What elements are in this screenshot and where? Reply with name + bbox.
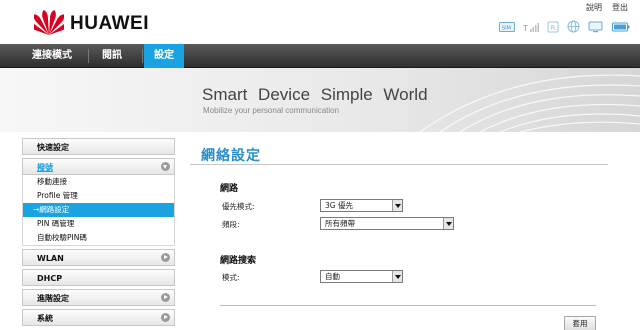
sidebar-item-label: WLAN — [37, 254, 64, 263]
brand-name: HUAWEI — [70, 13, 149, 34]
title-divider — [190, 164, 608, 165]
sidebar-item-label: 網路設定 — [39, 205, 70, 214]
band-select[interactable]: 所有頻帶 — [320, 217, 454, 230]
sidebar-subitem-pin-management[interactable]: PIN 碼管理 — [23, 217, 174, 231]
sidebar-subitem-mobile-connection[interactable]: 移動連接 — [23, 175, 174, 189]
sidebar-submenu-dialup: 移動連接 Profile 管理 →網路設定 PIN 碼管理 自動校驗PIN碼 — [22, 175, 175, 246]
roaming-icon: R — [547, 21, 559, 35]
sidebar-item-dialup[interactable]: 撥號 — [22, 158, 175, 175]
banner-subtitle: Mobilize your personal communication — [203, 106, 340, 115]
sidebar-item-dhcp[interactable]: DHCP — [22, 269, 175, 286]
chevron-right-icon — [161, 253, 170, 262]
chevron-down-icon — [161, 162, 170, 171]
preferred-mode-value: 3G 優先 — [325, 201, 353, 210]
globe-icon — [567, 20, 580, 35]
sidebar-item-label: 快速設定 — [37, 143, 69, 152]
battery-icon — [612, 21, 630, 35]
signal-icon: T — [522, 21, 539, 35]
network-section-heading: 網路 — [220, 184, 239, 194]
search-mode-select[interactable]: 自動 — [320, 270, 403, 283]
nav-divider — [88, 49, 89, 63]
header: HUAWEI 說明 登出 SIM T R — [0, 0, 640, 44]
search-mode-value: 自動 — [325, 272, 340, 281]
sidebar-subitem-profile-management[interactable]: Profile 管理 — [23, 189, 174, 203]
sidebar-item-label: 系統 — [37, 314, 53, 323]
banner: Smart Device Simple World Mobilize your … — [0, 68, 640, 132]
banner-title: Smart Device Simple World — [202, 85, 428, 104]
svg-text:T: T — [523, 24, 528, 33]
band-value: 所有頻帶 — [325, 219, 355, 228]
sidebar-item-system[interactable]: 系統 — [22, 309, 175, 326]
sidebar-subitem-auto-pin-verify[interactable]: 自動校驗PIN碼 — [23, 231, 174, 245]
help-link[interactable]: 說明 — [586, 2, 602, 13]
chevron-down-icon — [443, 218, 453, 229]
main-nav: 連接模式 閱訊 設定 — [0, 44, 640, 68]
apply-button[interactable]: 套用 — [564, 316, 596, 330]
sidebar-item-label: 撥號 — [37, 163, 53, 172]
sidebar-item-wlan[interactable]: WLAN — [22, 249, 175, 266]
page-title: 網絡設定 — [201, 148, 261, 164]
status-icons: SIM T R — [499, 20, 630, 35]
preferred-mode-select[interactable]: 3G 優先 — [320, 199, 403, 212]
tab-connection-mode[interactable]: 連接模式 — [20, 44, 84, 68]
svg-text:SIM: SIM — [502, 25, 511, 31]
svg-text:R: R — [551, 24, 556, 32]
chevron-right-icon — [161, 293, 170, 302]
sidebar-item-label: 進階設定 — [37, 294, 69, 303]
huawei-logo-icon — [34, 10, 64, 35]
form-divider — [220, 305, 596, 306]
network-search-section-heading: 網路搜索 — [220, 256, 257, 266]
logout-link[interactable]: 登出 — [612, 2, 628, 13]
sidebar-item-quick-setup[interactable]: 快速設定 — [22, 138, 175, 155]
preferred-mode-label: 優先模式: — [222, 202, 255, 211]
nav-divider — [142, 49, 143, 63]
chevron-down-icon — [392, 271, 402, 282]
sidebar: 快速設定 撥號 移動連接 Profile 管理 →網路設定 PIN 碼管理 自動… — [22, 138, 175, 329]
chevron-down-icon — [392, 200, 402, 211]
chevron-right-icon — [161, 313, 170, 322]
sidebar-item-label: DHCP — [37, 274, 63, 283]
band-label: 頻段: — [222, 220, 240, 229]
sim-icon: SIM — [499, 21, 515, 35]
top-links: 說明 登出 — [586, 2, 628, 13]
sidebar-subitem-network-settings[interactable]: →網路設定 — [23, 203, 174, 217]
tab-sms[interactable]: 閱訊 — [90, 44, 134, 68]
search-mode-label: 模式: — [222, 273, 240, 282]
tab-settings[interactable]: 設定 — [144, 44, 184, 68]
sidebar-item-advanced[interactable]: 進階設定 — [22, 289, 175, 306]
monitor-icon — [588, 21, 604, 35]
